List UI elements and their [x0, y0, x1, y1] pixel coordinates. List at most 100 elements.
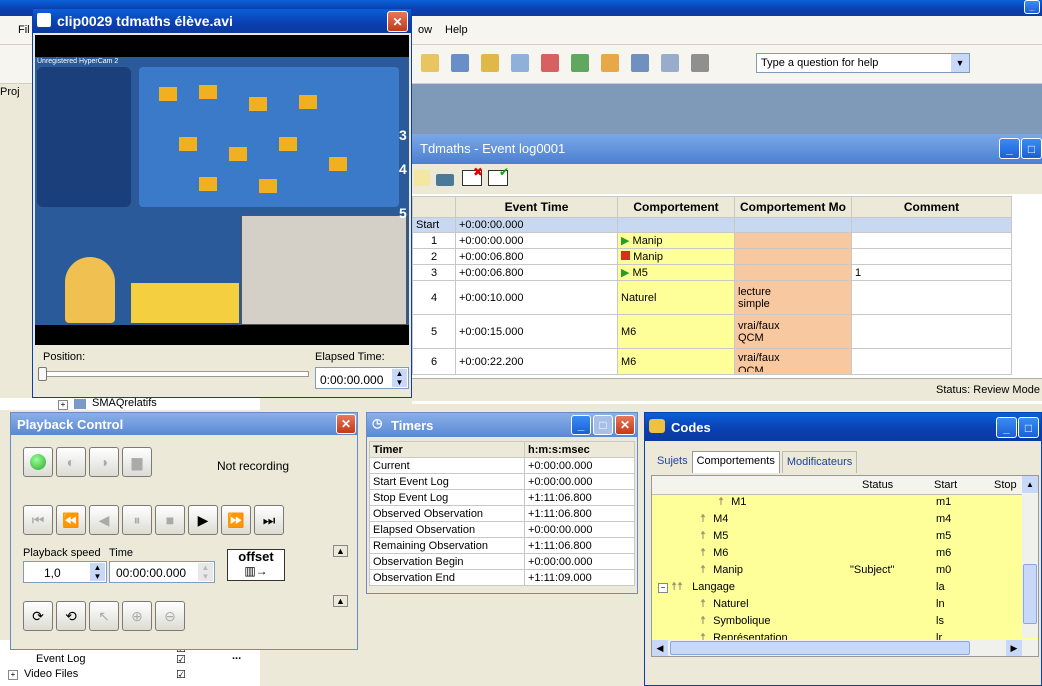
tree-item-event-log[interactable]: Event Log: [36, 653, 86, 665]
table-row[interactable]: Start +0:00:00.000: [412, 217, 1012, 233]
zoom-in-button[interactable]: ⊕: [122, 601, 152, 631]
elapsed-time-field[interactable]: 0:00:00.000 ▲ ▼: [315, 367, 409, 389]
expand-icon[interactable]: +: [58, 400, 68, 410]
play-button[interactable]: ▶: [188, 505, 218, 535]
play-back-button[interactable]: ◀: [89, 505, 119, 535]
time-field[interactable]: 00:00:00.000 ▲ ▼: [109, 561, 215, 583]
calculator-icon[interactable]: [691, 54, 709, 72]
expand-icon[interactable]: +: [8, 670, 18, 680]
main-minimize-button[interactable]: _: [1024, 0, 1040, 14]
time-spinner[interactable]: ▲ ▼: [198, 563, 213, 581]
main-window-buttons[interactable]: _: [1024, 0, 1040, 14]
playback-close-button[interactable]: ✕: [336, 414, 356, 434]
comment-icon[interactable]: [436, 174, 454, 186]
slider-thumb[interactable]: [38, 367, 47, 381]
sigma-sort-icon[interactable]: [661, 54, 679, 72]
tree-row-manip[interactable]: ☨ Manip "Subject" m0: [652, 562, 1022, 579]
tree-row-symbolique[interactable]: ☨ Symbolique ls: [652, 613, 1022, 630]
scroll-right-icon[interactable]: ▶: [1006, 640, 1022, 656]
tab-modificateurs[interactable]: Modificateurs: [781, 451, 858, 473]
video-frame[interactable]: Unregistered HyperCam 2 3 4 5: [35, 35, 409, 345]
table-row[interactable]: 5 +0:00:15.000 M6 vrai/faux QCM: [412, 314, 1012, 349]
horizontal-scrollbar[interactable]: ◀ ▶: [652, 640, 1038, 656]
collapse-icon[interactable]: ▲: [333, 545, 348, 557]
sigma-icon[interactable]: [631, 54, 649, 72]
scroll-thumb[interactable]: [1023, 564, 1037, 624]
timers-maximize-button[interactable]: □: [593, 415, 613, 435]
new-event-icon[interactable]: [414, 170, 430, 186]
select-button[interactable]: ↖: [89, 601, 119, 631]
table-row[interactable]: 1 +0:00:00.000 ▶ Manip: [412, 232, 1012, 249]
event-log-maximize-button[interactable]: □: [1021, 138, 1042, 159]
menu-help[interactable]: Help: [445, 24, 468, 36]
event-log-minimize-button[interactable]: _: [999, 138, 1020, 159]
tab-sujets[interactable]: Sujets: [653, 451, 692, 473]
scroll-thumb[interactable]: [670, 641, 970, 655]
table-icon[interactable]: [571, 54, 589, 72]
stop-record-button[interactable]: ◑: [89, 447, 119, 477]
table-row[interactable]: 6 +0:00:22.200 M6 vrai/faux QCM: [412, 348, 1012, 375]
tree-row-m4[interactable]: ☨ M4 m4: [652, 511, 1022, 528]
col-start[interactable]: Start: [934, 479, 957, 491]
collapse-icon[interactable]: ▲: [333, 595, 348, 607]
loop-button[interactable]: ⟳: [23, 601, 53, 631]
table-row[interactable]: 4 +0:00:10.000 Naturel lecture simple: [412, 280, 1012, 315]
table-row[interactable]: 3 +0:00:06.800 ▶ M5 1: [412, 264, 1012, 281]
tree-item-label[interactable]: SMAQrelatifs: [92, 397, 157, 409]
tab-comportements[interactable]: Comportements: [691, 451, 780, 473]
tree-row-m6[interactable]: ☨ M6 m6: [652, 545, 1022, 562]
binoculars-icon[interactable]: [451, 54, 469, 72]
table-row[interactable]: 2 +0:00:06.800 Manip: [412, 248, 1012, 265]
tree-item-video-files[interactable]: Video Files: [24, 668, 78, 680]
col-event-time[interactable]: Event Time: [455, 196, 618, 218]
loop-reverse-button[interactable]: ⟲: [56, 601, 86, 631]
step-back-button[interactable]: ⏪: [56, 505, 86, 535]
checkbox[interactable]: ☑: [176, 653, 186, 666]
scroll-up-icon[interactable]: ▲: [1022, 476, 1038, 493]
pause-record-button[interactable]: ◐: [56, 447, 86, 477]
position-slider[interactable]: [38, 367, 309, 381]
col-stop[interactable]: Stop: [994, 479, 1017, 491]
timers-close-button[interactable]: ✕: [615, 415, 635, 435]
elapsed-spinner[interactable]: ▲ ▼: [392, 369, 407, 387]
codes-minimize-button[interactable]: _: [996, 417, 1017, 438]
open-folder-icon[interactable]: [481, 54, 499, 72]
speed-field[interactable]: 1,0 ▲ ▼: [23, 561, 107, 583]
validate-event-icon[interactable]: ✔: [488, 165, 509, 186]
step-forward-button[interactable]: ⏩: [221, 505, 251, 535]
video-close-button[interactable]: ✕: [387, 11, 408, 32]
menu-file[interactable]: Fil: [18, 24, 30, 36]
timers-minimize-button[interactable]: _: [571, 415, 591, 435]
col-comportement[interactable]: Comportement: [617, 196, 735, 218]
menu-window[interactable]: ow: [418, 24, 432, 36]
record-button[interactable]: [23, 447, 53, 477]
scroll-left-icon[interactable]: ◀: [652, 640, 668, 656]
first-frame-button[interactable]: ⏮: [23, 505, 53, 535]
document-icon[interactable]: [511, 54, 529, 72]
last-frame-button[interactable]: ⏭: [254, 505, 284, 535]
col-comment[interactable]: Comment: [851, 196, 1012, 218]
chart-icon[interactable]: [541, 54, 559, 72]
speed-spinner[interactable]: ▲ ▼: [90, 563, 105, 581]
tree-row-m5[interactable]: ☨ M5 m5: [652, 528, 1022, 545]
codes-maximize-button[interactable]: □: [1018, 417, 1039, 438]
zoom-in-icon: ⊕: [131, 607, 143, 624]
chevron-down-icon[interactable]: ▼: [951, 54, 969, 72]
more-button[interactable]: ...: [232, 650, 241, 662]
export-icon[interactable]: [601, 54, 619, 72]
folder-record-button[interactable]: ▆: [122, 447, 152, 477]
tree-row-langage[interactable]: − ☨☨ Langage la: [652, 579, 1022, 596]
folder-icon[interactable]: [421, 54, 439, 72]
checkbox[interactable]: ☑: [176, 668, 186, 681]
help-search-box[interactable]: Type a question for help ▼: [756, 53, 970, 73]
vertical-scrollbar[interactable]: [1022, 494, 1038, 638]
pause-button[interactable]: ⏸: [122, 505, 152, 535]
col-status[interactable]: Status: [862, 479, 893, 491]
stop-button[interactable]: ■: [155, 505, 185, 535]
tree-row-m1[interactable]: ☨ M1 m1: [652, 494, 1022, 511]
delete-event-icon[interactable]: ✖: [462, 165, 483, 186]
offset-button[interactable]: offset ▥→: [227, 549, 285, 581]
col-comportement-mod[interactable]: Comportement Mo: [734, 196, 852, 218]
tree-row-naturel[interactable]: ☨ Naturel ln: [652, 596, 1022, 613]
zoom-out-button[interactable]: ⊖: [155, 601, 185, 631]
